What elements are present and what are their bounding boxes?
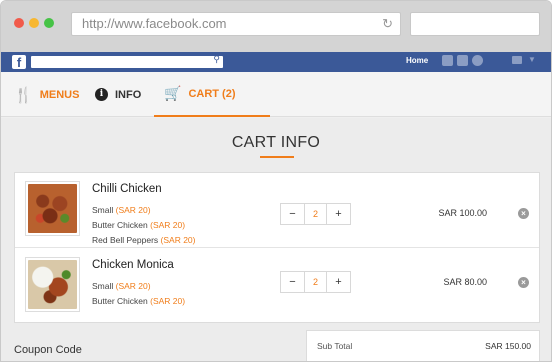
order-summary: Sub Total SAR 150.00 — [306, 330, 540, 361]
minimize-window-button[interactable] — [29, 18, 39, 28]
coupon-code-label: Coupon Code — [14, 344, 82, 356]
tab-info-label: INFO — [115, 88, 142, 101]
page-title: CART INFO — [231, 134, 321, 151]
cart-page: CART INFO Chilli Chicken Small (SAR 20) … — [1, 118, 551, 361]
remove-item-icon[interactable]: × — [518, 208, 529, 219]
notification-icons — [442, 55, 483, 66]
decrease-quantity-button[interactable]: − — [281, 204, 304, 224]
food-image — [28, 184, 77, 233]
facebook-header: f ⚲ Home ▼ — [1, 52, 551, 72]
account-menu-icon[interactable] — [512, 56, 522, 64]
food-image — [28, 260, 77, 309]
increase-quantity-button[interactable]: + — [327, 272, 350, 292]
item-total: SAR 100.00 — [438, 208, 487, 218]
shopping-cart-icon: 🛒 — [164, 85, 182, 101]
item-options: Small (SAR 20) Butter Chicken (SAR 20) R… — [92, 203, 196, 248]
subtotal-label: Sub Total — [317, 341, 353, 351]
maximize-window-button[interactable] — [44, 18, 54, 28]
item-option: Butter Chicken (SAR 20) — [92, 220, 186, 230]
tab-info[interactable]: i INFO — [95, 72, 141, 117]
item-name: Chilli Chicken — [92, 183, 162, 195]
browser-search-input[interactable] — [410, 12, 540, 36]
remove-item-icon[interactable]: × — [518, 277, 529, 288]
quantity-value[interactable]: 2 — [304, 204, 327, 224]
item-option: Small (SAR 20) — [92, 281, 151, 291]
cart-item: Chilli Chicken Small (SAR 20) Butter Chi… — [15, 173, 539, 248]
friend-requests-icon[interactable] — [442, 55, 453, 66]
reload-icon[interactable]: ↻ — [382, 13, 393, 35]
home-link[interactable]: Home — [406, 56, 428, 65]
notifications-globe-icon[interactable] — [472, 55, 483, 66]
item-name: Chicken Monica — [92, 259, 174, 271]
item-option: Red Bell Peppers (SAR 20) — [92, 235, 196, 245]
chevron-down-icon[interactable]: ▼ — [528, 55, 536, 64]
tab-cart[interactable]: 🛒 CART (2) — [154, 72, 270, 117]
tab-menus[interactable]: 🍴 MENUS — [14, 72, 79, 117]
browser-window: http://www.facebook.com ↻ f ⚲ Home ▼ 🍴 M… — [0, 0, 552, 362]
browser-toolbar: http://www.facebook.com ↻ — [1, 1, 551, 52]
item-thumbnail — [25, 257, 80, 312]
item-thumbnail — [25, 181, 80, 236]
item-option: Butter Chicken (SAR 20) — [92, 296, 186, 306]
quantity-stepper: − 2 + — [280, 203, 351, 225]
title-underline — [260, 156, 294, 158]
facebook-logo[interactable]: f — [12, 55, 26, 70]
decrease-quantity-button[interactable]: − — [281, 272, 304, 292]
quantity-stepper: − 2 + — [280, 271, 351, 293]
cutlery-icon: 🍴 — [14, 86, 33, 104]
tab-menus-label: MENUS — [39, 88, 80, 101]
tab-cart-label: CART (2) — [188, 87, 236, 100]
app-nav: 🍴 MENUS i INFO 🛒 CART (2) — [1, 72, 551, 117]
quantity-value[interactable]: 2 — [304, 272, 327, 292]
address-bar[interactable]: http://www.facebook.com ↻ — [71, 12, 401, 36]
facebook-search-input[interactable]: ⚲ — [31, 54, 223, 68]
address-bar-url: http://www.facebook.com — [82, 16, 227, 31]
info-icon: i — [95, 88, 108, 101]
cart-item: Chicken Monica Small (SAR 20) Butter Chi… — [15, 249, 539, 324]
messages-icon[interactable] — [457, 55, 468, 66]
item-total: SAR 80.00 — [443, 277, 487, 287]
item-option: Small (SAR 20) — [92, 205, 151, 215]
close-window-button[interactable] — [14, 18, 24, 28]
increase-quantity-button[interactable]: + — [327, 204, 350, 224]
item-options: Small (SAR 20) Butter Chicken (SAR 20) — [92, 279, 185, 309]
search-icon[interactable]: ⚲ — [213, 54, 220, 65]
subtotal-value: SAR 150.00 — [485, 341, 531, 351]
cart-list: Chilli Chicken Small (SAR 20) Butter Chi… — [14, 172, 540, 323]
